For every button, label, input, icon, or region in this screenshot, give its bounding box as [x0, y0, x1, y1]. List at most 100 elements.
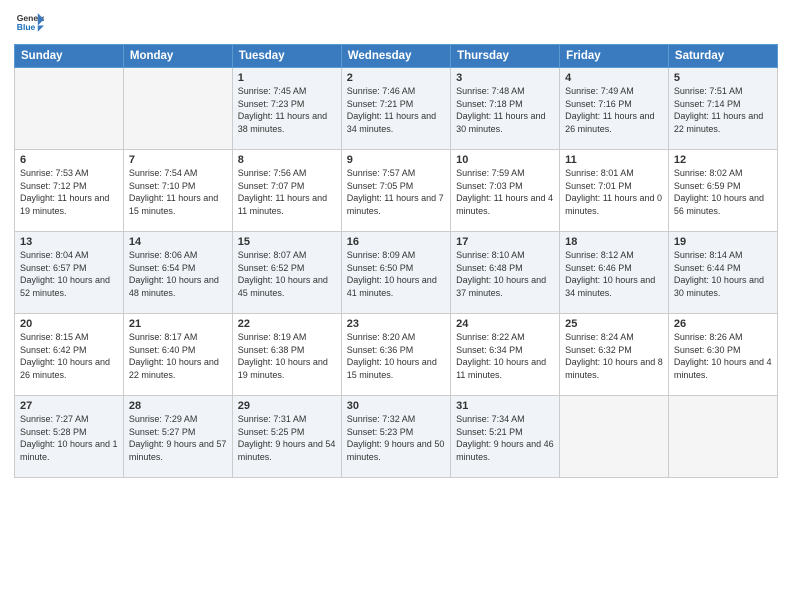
- calendar-week-row: 13Sunrise: 8:04 AMSunset: 6:57 PMDayligh…: [15, 232, 778, 314]
- calendar-cell: 6Sunrise: 7:53 AMSunset: 7:12 PMDaylight…: [15, 150, 124, 232]
- calendar-week-row: 6Sunrise: 7:53 AMSunset: 7:12 PMDaylight…: [15, 150, 778, 232]
- day-info: Sunrise: 7:32 AMSunset: 5:23 PMDaylight:…: [347, 413, 445, 463]
- day-info: Sunrise: 7:29 AMSunset: 5:27 PMDaylight:…: [129, 413, 227, 463]
- calendar-cell: 8Sunrise: 7:56 AMSunset: 7:07 PMDaylight…: [232, 150, 341, 232]
- day-number: 17: [456, 236, 554, 248]
- calendar-day-header: Tuesday: [232, 45, 341, 68]
- calendar-week-row: 1Sunrise: 7:45 AMSunset: 7:23 PMDaylight…: [15, 68, 778, 150]
- day-info: Sunrise: 8:04 AMSunset: 6:57 PMDaylight:…: [20, 249, 118, 299]
- day-number: 8: [238, 154, 336, 166]
- day-info: Sunrise: 8:09 AMSunset: 6:50 PMDaylight:…: [347, 249, 445, 299]
- day-info: Sunrise: 7:31 AMSunset: 5:25 PMDaylight:…: [238, 413, 336, 463]
- calendar-cell: 18Sunrise: 8:12 AMSunset: 6:46 PMDayligh…: [560, 232, 669, 314]
- calendar-cell: 24Sunrise: 8:22 AMSunset: 6:34 PMDayligh…: [451, 314, 560, 396]
- day-info: Sunrise: 7:27 AMSunset: 5:28 PMDaylight:…: [20, 413, 118, 463]
- day-info: Sunrise: 7:45 AMSunset: 7:23 PMDaylight:…: [238, 85, 336, 135]
- calendar-cell: 22Sunrise: 8:19 AMSunset: 6:38 PMDayligh…: [232, 314, 341, 396]
- day-number: 13: [20, 236, 118, 248]
- calendar-cell: 15Sunrise: 8:07 AMSunset: 6:52 PMDayligh…: [232, 232, 341, 314]
- day-number: 19: [674, 236, 772, 248]
- calendar-day-header: Saturday: [668, 45, 777, 68]
- logo-icon: General Blue: [16, 10, 44, 38]
- day-info: Sunrise: 7:59 AMSunset: 7:03 PMDaylight:…: [456, 167, 554, 217]
- day-number: 12: [674, 154, 772, 166]
- calendar-week-row: 27Sunrise: 7:27 AMSunset: 5:28 PMDayligh…: [15, 396, 778, 478]
- calendar-day-header: Thursday: [451, 45, 560, 68]
- day-info: Sunrise: 8:12 AMSunset: 6:46 PMDaylight:…: [565, 249, 663, 299]
- calendar-cell: 28Sunrise: 7:29 AMSunset: 5:27 PMDayligh…: [123, 396, 232, 478]
- day-number: 9: [347, 154, 445, 166]
- calendar-cell: 7Sunrise: 7:54 AMSunset: 7:10 PMDaylight…: [123, 150, 232, 232]
- calendar-cell: 16Sunrise: 8:09 AMSunset: 6:50 PMDayligh…: [341, 232, 450, 314]
- day-info: Sunrise: 7:56 AMSunset: 7:07 PMDaylight:…: [238, 167, 336, 217]
- calendar-cell: 2Sunrise: 7:46 AMSunset: 7:21 PMDaylight…: [341, 68, 450, 150]
- day-number: 7: [129, 154, 227, 166]
- day-info: Sunrise: 8:14 AMSunset: 6:44 PMDaylight:…: [674, 249, 772, 299]
- day-info: Sunrise: 8:02 AMSunset: 6:59 PMDaylight:…: [674, 167, 772, 217]
- calendar-cell: 20Sunrise: 8:15 AMSunset: 6:42 PMDayligh…: [15, 314, 124, 396]
- calendar-cell: 14Sunrise: 8:06 AMSunset: 6:54 PMDayligh…: [123, 232, 232, 314]
- day-number: 31: [456, 400, 554, 412]
- day-info: Sunrise: 7:57 AMSunset: 7:05 PMDaylight:…: [347, 167, 445, 217]
- day-number: 2: [347, 72, 445, 84]
- day-info: Sunrise: 8:06 AMSunset: 6:54 PMDaylight:…: [129, 249, 227, 299]
- day-info: Sunrise: 7:49 AMSunset: 7:16 PMDaylight:…: [565, 85, 663, 135]
- day-number: 16: [347, 236, 445, 248]
- day-info: Sunrise: 7:53 AMSunset: 7:12 PMDaylight:…: [20, 167, 118, 217]
- day-number: 1: [238, 72, 336, 84]
- day-info: Sunrise: 8:24 AMSunset: 6:32 PMDaylight:…: [565, 331, 663, 381]
- logo: General Blue: [14, 10, 44, 38]
- calendar-cell: [668, 396, 777, 478]
- day-number: 10: [456, 154, 554, 166]
- day-info: Sunrise: 7:48 AMSunset: 7:18 PMDaylight:…: [456, 85, 554, 135]
- day-number: 30: [347, 400, 445, 412]
- calendar-table: SundayMondayTuesdayWednesdayThursdayFrid…: [14, 44, 778, 478]
- calendar-cell: 1Sunrise: 7:45 AMSunset: 7:23 PMDaylight…: [232, 68, 341, 150]
- calendar-cell: 11Sunrise: 8:01 AMSunset: 7:01 PMDayligh…: [560, 150, 669, 232]
- day-info: Sunrise: 8:19 AMSunset: 6:38 PMDaylight:…: [238, 331, 336, 381]
- calendar-cell: 5Sunrise: 7:51 AMSunset: 7:14 PMDaylight…: [668, 68, 777, 150]
- day-number: 27: [20, 400, 118, 412]
- day-info: Sunrise: 7:46 AMSunset: 7:21 PMDaylight:…: [347, 85, 445, 135]
- day-number: 28: [129, 400, 227, 412]
- day-number: 3: [456, 72, 554, 84]
- calendar-day-header: Monday: [123, 45, 232, 68]
- day-info: Sunrise: 8:20 AMSunset: 6:36 PMDaylight:…: [347, 331, 445, 381]
- calendar-cell: 13Sunrise: 8:04 AMSunset: 6:57 PMDayligh…: [15, 232, 124, 314]
- day-number: 26: [674, 318, 772, 330]
- calendar-cell: 17Sunrise: 8:10 AMSunset: 6:48 PMDayligh…: [451, 232, 560, 314]
- day-number: 22: [238, 318, 336, 330]
- calendar-cell: 29Sunrise: 7:31 AMSunset: 5:25 PMDayligh…: [232, 396, 341, 478]
- calendar-cell: [123, 68, 232, 150]
- calendar-day-header: Wednesday: [341, 45, 450, 68]
- day-number: 29: [238, 400, 336, 412]
- calendar-cell: 3Sunrise: 7:48 AMSunset: 7:18 PMDaylight…: [451, 68, 560, 150]
- day-info: Sunrise: 8:22 AMSunset: 6:34 PMDaylight:…: [456, 331, 554, 381]
- day-info: Sunrise: 8:01 AMSunset: 7:01 PMDaylight:…: [565, 167, 663, 217]
- day-number: 6: [20, 154, 118, 166]
- calendar-cell: 9Sunrise: 7:57 AMSunset: 7:05 PMDaylight…: [341, 150, 450, 232]
- page-header: General Blue: [14, 10, 778, 38]
- calendar-cell: [560, 396, 669, 478]
- day-number: 23: [347, 318, 445, 330]
- calendar-cell: 26Sunrise: 8:26 AMSunset: 6:30 PMDayligh…: [668, 314, 777, 396]
- calendar-cell: 19Sunrise: 8:14 AMSunset: 6:44 PMDayligh…: [668, 232, 777, 314]
- day-number: 14: [129, 236, 227, 248]
- calendar-cell: 31Sunrise: 7:34 AMSunset: 5:21 PMDayligh…: [451, 396, 560, 478]
- day-info: Sunrise: 8:15 AMSunset: 6:42 PMDaylight:…: [20, 331, 118, 381]
- calendar-cell: 23Sunrise: 8:20 AMSunset: 6:36 PMDayligh…: [341, 314, 450, 396]
- calendar-day-header: Friday: [560, 45, 669, 68]
- calendar-cell: 27Sunrise: 7:27 AMSunset: 5:28 PMDayligh…: [15, 396, 124, 478]
- calendar-week-row: 20Sunrise: 8:15 AMSunset: 6:42 PMDayligh…: [15, 314, 778, 396]
- day-number: 21: [129, 318, 227, 330]
- day-info: Sunrise: 7:34 AMSunset: 5:21 PMDaylight:…: [456, 413, 554, 463]
- calendar-cell: 30Sunrise: 7:32 AMSunset: 5:23 PMDayligh…: [341, 396, 450, 478]
- day-number: 15: [238, 236, 336, 248]
- day-info: Sunrise: 7:54 AMSunset: 7:10 PMDaylight:…: [129, 167, 227, 217]
- calendar-cell: 10Sunrise: 7:59 AMSunset: 7:03 PMDayligh…: [451, 150, 560, 232]
- day-number: 18: [565, 236, 663, 248]
- day-info: Sunrise: 8:17 AMSunset: 6:40 PMDaylight:…: [129, 331, 227, 381]
- svg-text:Blue: Blue: [17, 22, 36, 32]
- day-info: Sunrise: 7:51 AMSunset: 7:14 PMDaylight:…: [674, 85, 772, 135]
- day-info: Sunrise: 8:07 AMSunset: 6:52 PMDaylight:…: [238, 249, 336, 299]
